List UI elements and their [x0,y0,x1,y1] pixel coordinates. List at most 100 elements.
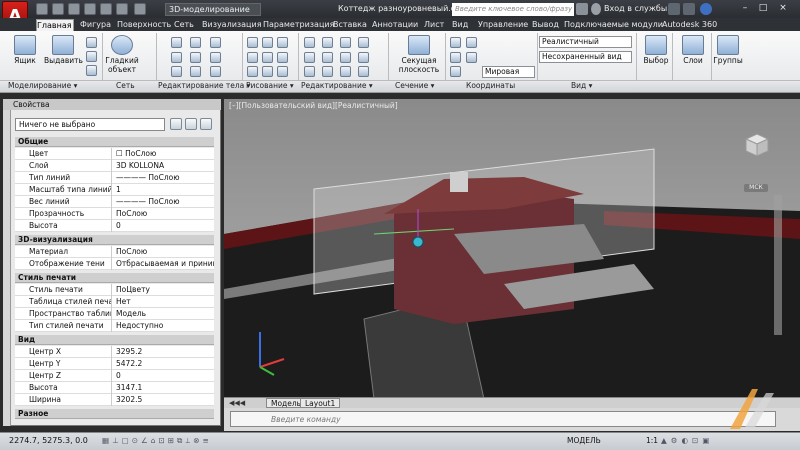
panel-modify[interactable]: Редактирование ▾ [301,81,373,90]
undo-icon[interactable] [116,3,128,15]
tab-mesh[interactable]: Сеть [174,19,194,31]
intersect-icon[interactable] [86,65,97,76]
viewport-controls-label[interactable]: [–][Пользовательский вид][Реалистичный] [229,101,398,110]
mirror-icon[interactable] [304,52,315,63]
tab-annotate[interactable]: Аннотации [372,19,418,31]
ucs-combo[interactable]: Мировая [482,66,535,78]
tab-solid[interactable]: Фигура [80,19,111,31]
prop-row[interactable]: Стиль печати ПоЦвету [15,284,214,296]
prop-row[interactable]: Вес линий ———— ПоСлою [15,196,214,208]
ellipse-icon[interactable] [247,66,258,77]
redo-icon[interactable] [134,3,146,15]
prop-row[interactable]: Таблица стилей печати Нет [15,296,214,308]
layers-button[interactable]: Слои [674,33,712,77]
explode-icon[interactable] [358,66,369,77]
extrude-button[interactable]: Выдавить [44,33,83,77]
panel-view[interactable]: Вид ▾ [571,81,592,90]
prop-row[interactable]: Центр Y 5472.2 [15,358,214,370]
line-icon[interactable] [247,37,258,48]
solid-edit-icon[interactable] [171,66,182,77]
copy-icon[interactable] [358,37,369,48]
panel-solid-editing[interactable]: Редактирование тела ▾ [158,81,250,90]
select-objects-icon[interactable] [185,118,197,130]
prop-row[interactable]: Тип линий ———— ПоСлою [15,172,214,184]
search-input[interactable]: Введите ключевое слово/фразу [452,3,574,16]
command-input[interactable]: Введите команду [230,411,776,427]
offset-icon[interactable] [340,52,351,63]
prop-row[interactable]: Пространство таблицы... Модель [15,308,214,320]
saved-view-combo[interactable]: Несохраненный вид [539,51,632,63]
fillet-icon[interactable] [322,52,333,63]
prop-row[interactable]: Цвет ☐ ПоСлою [15,148,214,160]
quick-select-icon[interactable] [200,118,212,130]
tab-layout1[interactable]: Layout1 [300,398,341,408]
prop-row[interactable]: Центр Z 0 [15,370,214,382]
viewcube[interactable] [740,130,774,160]
solid-edit-icon[interactable] [171,52,182,63]
model-viewport[interactable] [224,99,800,400]
section-misc[interactable]: Разное [15,409,214,419]
tab-autodesk360[interactable]: Autodesk 360 [662,19,717,31]
status-tray-icons[interactable]: ▲⚙◐⊡▣ [661,436,741,446]
ucs-face-icon[interactable] [450,52,461,63]
ucs-menu[interactable]: МСК [744,184,768,192]
solid-edit-icon[interactable] [190,52,201,63]
save-icon[interactable] [68,3,80,15]
minimize-button[interactable]: – [738,2,752,14]
model-space-toggle[interactable]: МОДЕЛЬ [567,436,601,445]
section-plane-button[interactable]: Секущая плоскость [394,33,444,77]
tab-layout[interactable]: Лист [424,19,444,31]
rectangle-icon[interactable] [247,52,258,63]
ucs-view-icon[interactable] [466,52,477,63]
prop-row[interactable]: Материал ПоСлою [15,246,214,258]
prop-row[interactable]: Слой 3D KOLLONA [15,160,214,172]
prop-row[interactable]: Высота 3147.1 [15,382,214,394]
tab-insert[interactable]: Вставка [333,19,367,31]
solid-edit-icon[interactable] [190,37,201,48]
move-icon[interactable] [304,37,315,48]
open-icon[interactable] [52,3,64,15]
hatch-icon[interactable] [277,66,288,77]
solid-edit-icon[interactable] [210,37,221,48]
panel-modeling[interactable]: Моделирование ▾ [8,81,77,90]
selection-button[interactable]: Выбор [637,33,675,77]
solid-edit-icon[interactable] [171,37,182,48]
tab-parametric[interactable]: Параметризация [263,19,334,31]
section-plot-style[interactable]: Стиль печати [15,273,214,283]
rotate-icon[interactable] [322,37,333,48]
subtract-icon[interactable] [86,51,97,62]
communication-icon[interactable] [683,3,695,15]
visual-style-combo[interactable]: Реалистичный [539,36,632,48]
selection-combo[interactable]: Ничего не выбрано [15,118,165,131]
erase-icon[interactable] [304,66,315,77]
point-icon[interactable] [262,66,273,77]
solid-edit-icon[interactable] [190,66,201,77]
tab-addins[interactable]: Подключаемые модули [564,19,663,31]
array-icon[interactable] [358,52,369,63]
palette-title-strip[interactable] [3,110,11,426]
prop-row[interactable]: Центр X 3295.2 [15,346,214,358]
ucs-world-icon[interactable] [450,66,461,77]
solid-edit-icon[interactable] [210,52,221,63]
workspace-selector[interactable]: 3D-моделирование [165,3,261,16]
tab-output[interactable]: Вывод [532,19,559,31]
union-icon[interactable] [86,37,97,48]
smooth-object-button[interactable]: Гладкий объект [104,33,140,77]
help-icon[interactable] [700,3,712,15]
ucs-origin-icon[interactable] [466,37,477,48]
panel-draw[interactable]: Рисование ▾ [246,81,294,90]
plot-icon[interactable] [100,3,112,15]
prop-row[interactable]: Отображение тени Отбрасываемая и приним..… [15,258,214,270]
section-3d-visualization[interactable]: 3D-визуализация [15,235,214,245]
tab-render[interactable]: Визуализация [202,19,262,31]
circle-icon[interactable] [262,52,273,63]
sign-in-link[interactable]: Вход в службы [604,4,667,13]
prop-row[interactable]: Масштаб типа линий 1 [15,184,214,196]
tab-surface[interactable]: Поверхность [117,19,171,31]
ucs-icon[interactable] [450,37,461,48]
new-icon[interactable] [36,3,48,15]
spline-icon[interactable] [277,52,288,63]
polyline-icon[interactable] [262,37,273,48]
tab-view[interactable]: Вид [452,19,468,31]
prop-row[interactable]: Ширина 3202.5 [15,394,214,406]
